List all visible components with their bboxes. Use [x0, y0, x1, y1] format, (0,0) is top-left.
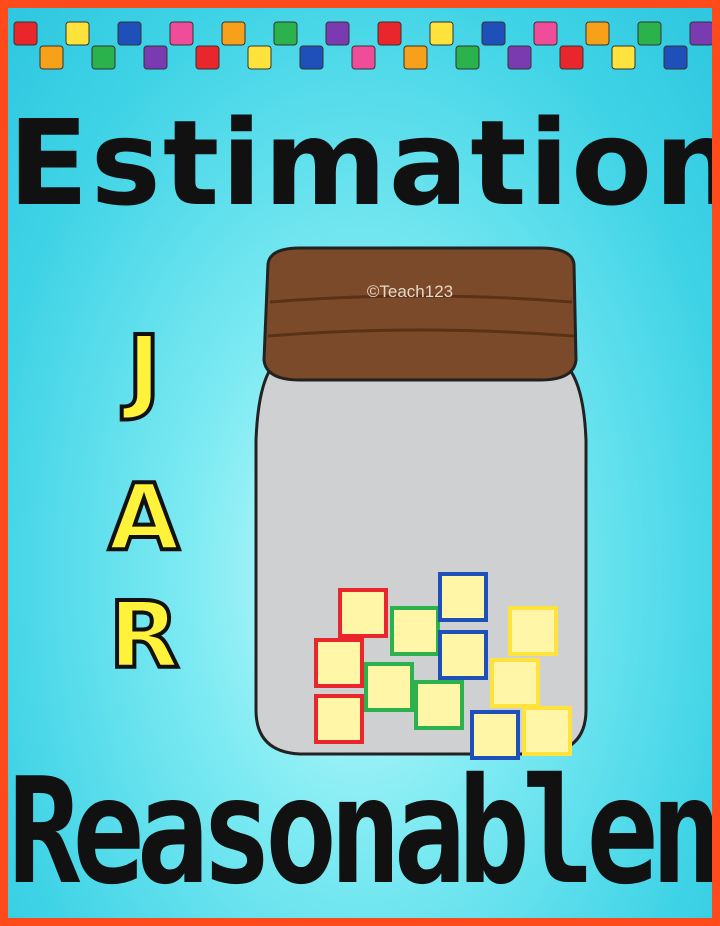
border-cube: [403, 45, 428, 70]
jar-cube: [438, 630, 488, 680]
jar-cube: [438, 572, 488, 622]
subtitle-reasonableness: Reasonableness: [8, 747, 712, 918]
border-cube: [273, 21, 298, 46]
border-cube: [247, 45, 272, 70]
border-cube: [169, 21, 194, 46]
jar-letter-j: J: [125, 316, 163, 423]
jar-cube: [414, 680, 464, 730]
border-cube: [195, 45, 220, 70]
border-cube: [143, 45, 168, 70]
border-cube: [585, 21, 610, 46]
border-cube: [65, 21, 90, 46]
border-cube: [455, 45, 480, 70]
jar-cube: [490, 658, 540, 708]
jar-letter-r: R: [107, 582, 182, 689]
border-cube: [559, 45, 584, 70]
jar-cube: [314, 638, 364, 688]
cube-border-decoration: [13, 21, 712, 70]
jar-cube: [364, 662, 414, 712]
border-cube: [481, 21, 506, 46]
jar-lid: [262, 246, 578, 382]
border-cube: [377, 21, 402, 46]
border-cube: [325, 21, 350, 46]
jar-illustration: [254, 246, 588, 760]
poster-background: Estimation J A R ©Teach123 Reasonablenes…: [8, 8, 712, 918]
border-cube: [13, 21, 38, 46]
border-cube: [351, 45, 376, 70]
jar-cube: [390, 606, 440, 656]
border-cube: [663, 45, 688, 70]
border-cube: [507, 45, 532, 70]
jar-cube: [508, 606, 558, 656]
border-cube: [429, 21, 454, 46]
border-cube: [689, 21, 712, 46]
border-cube: [611, 45, 636, 70]
border-cube: [637, 21, 662, 46]
jar-letter-a: A: [106, 464, 181, 571]
title-estimation: Estimation: [8, 94, 712, 232]
border-cube: [221, 21, 246, 46]
border-cube: [299, 45, 324, 70]
jar-cube: [314, 694, 364, 744]
border-cube: [91, 45, 116, 70]
border-cube: [533, 21, 558, 46]
copyright-text: ©Teach123: [366, 282, 454, 301]
border-cube: [117, 21, 142, 46]
jar-cube: [338, 588, 388, 638]
border-cube: [39, 45, 64, 70]
